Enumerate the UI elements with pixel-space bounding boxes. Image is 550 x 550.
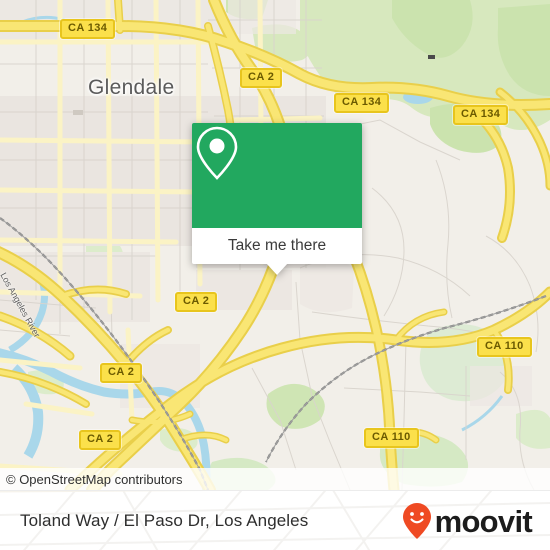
moovit-smiley-pin-icon	[402, 503, 431, 539]
map-canvas[interactable]: Glendale Los Angeles River CA 134 CA 2 C…	[0, 0, 550, 490]
callout-header	[192, 123, 362, 228]
highway-shield-ca2-3[interactable]: CA 2	[100, 363, 143, 383]
map-attribution-bar: © OpenStreetMap contributors	[0, 468, 550, 490]
highway-shield-ca134-2[interactable]: CA 134	[334, 93, 390, 113]
moovit-wordmark: moovit	[434, 503, 533, 539]
highway-shield-ca134-3[interactable]: CA 134	[453, 105, 509, 125]
map-screenshot: Glendale Los Angeles River CA 134 CA 2 C…	[0, 0, 550, 550]
take-me-there-button[interactable]: Take me there	[192, 228, 362, 264]
highway-shield-ca2-4[interactable]: CA 2	[79, 430, 122, 450]
attribution-text[interactable]: © OpenStreetMap contributors	[0, 472, 183, 487]
highway-shield-ca2-1[interactable]: CA 2	[240, 68, 283, 88]
location-caption: Toland Way / El Paso Dr, Los Angeles	[20, 511, 309, 530]
map-pin-icon	[196, 126, 238, 180]
callout-tail	[266, 263, 288, 275]
location-callout[interactable]: Take me there	[192, 123, 362, 275]
moovit-logo[interactable]: moovit	[402, 502, 533, 540]
footer-bar: Toland Way / El Paso Dr, Los Angeles moo…	[0, 490, 550, 550]
highway-shield-ca2-2[interactable]: CA 2	[175, 292, 218, 312]
highway-shield-ca134-1[interactable]: CA 134	[60, 19, 116, 39]
highway-shield-ca110-2[interactable]: CA 110	[364, 428, 419, 448]
highway-shield-ca110-1[interactable]: CA 110	[477, 337, 532, 357]
